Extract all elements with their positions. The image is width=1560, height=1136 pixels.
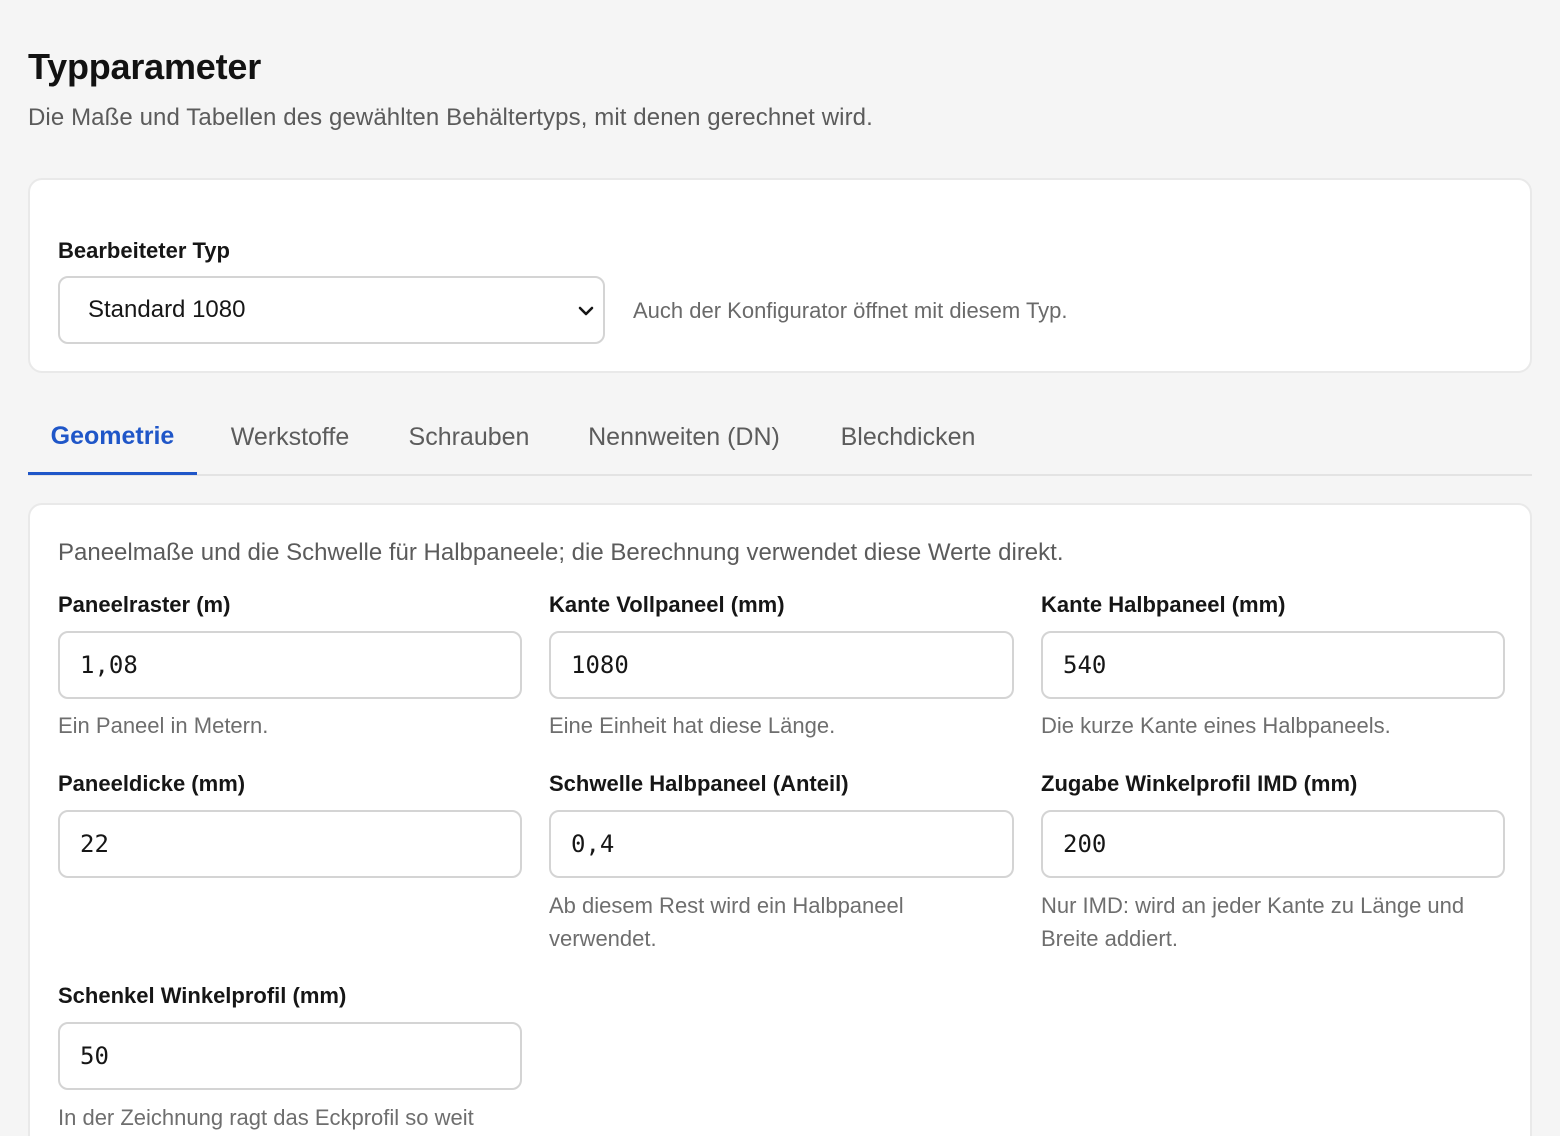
schenkel-winkelprofil-input[interactable]: 50 — [58, 1022, 522, 1090]
zugabe-winkelprofil-help: Nur IMD: wird an jeder Kante zu Länge un… — [1041, 893, 1465, 951]
zugabe-winkelprofil-input[interactable]: 200 — [1041, 810, 1505, 878]
paneelraster-help: Ein Paneel in Metern. — [58, 713, 269, 738]
schwelle-halbpaneel-help: Ab diesem Rest wird ein Halbpaneel verwe… — [549, 893, 904, 951]
page-title: Typparameter — [28, 46, 262, 87]
typparameter-page: Typparameter Die Maße und Tabellen des g… — [0, 0, 1560, 1136]
tab-schrauben[interactable]: Schrauben — [394, 400, 544, 474]
kante-halbpaneel-input[interactable]: 540 — [1041, 631, 1505, 699]
paneelraster-input[interactable]: 1,08 — [58, 631, 522, 699]
type-select[interactable]: Standard 1080 — [58, 276, 605, 344]
chevron-down-icon — [578, 306, 594, 316]
tab-nennweiten[interactable]: Nennweiten (DN) — [572, 400, 796, 474]
tab-bar: Geometrie Werkstoffe Schrauben Nennweite… — [28, 400, 1532, 476]
tab-werkstoffe[interactable]: Werkstoffe — [211, 400, 369, 474]
schenkel-winkelprofil-help: In der Zeichnung ragt das Eckprofil so w… — [58, 1105, 474, 1130]
zugabe-winkelprofil-label: Zugabe Winkelprofil IMD (mm) — [1041, 771, 1358, 796]
page-subtitle: Die Maße und Tabellen des gewählten Behä… — [28, 104, 873, 131]
schenkel-winkelprofil-label: Schenkel Winkelprofil (mm) — [58, 983, 347, 1008]
paneeldicke-input[interactable]: 22 — [58, 810, 522, 878]
kante-vollpaneel-input[interactable]: 1080 — [549, 631, 1014, 699]
kante-halbpaneel-help: Die kurze Kante eines Halbpaneels. — [1041, 713, 1391, 738]
paneelraster-label: Paneelraster (m) — [58, 592, 231, 617]
kante-vollpaneel-label: Kante Vollpaneel (mm) — [549, 592, 785, 617]
type-select-hint: Auch der Konfigurator öffnet mit diesem … — [633, 298, 1068, 323]
kante-halbpaneel-label: Kante Halbpaneel (mm) — [1041, 592, 1286, 617]
schwelle-halbpaneel-input[interactable]: 0,4 — [549, 810, 1014, 878]
type-select-value: Standard 1080 — [88, 296, 246, 323]
tab-geometrie[interactable]: Geometrie — [28, 400, 197, 475]
schwelle-halbpaneel-label: Schwelle Halbpaneel (Anteil) — [549, 771, 849, 796]
geometry-form-card: Paneelmaße und die Schwelle für Halbpane… — [28, 503, 1532, 1136]
tab-blechdicken[interactable]: Blechdicken — [822, 400, 994, 474]
type-selector-card: Bearbeiteter Typ Standard 1080 Auch der … — [28, 178, 1532, 373]
paneeldicke-label: Paneeldicke (mm) — [58, 771, 246, 796]
kante-vollpaneel-help: Eine Einheit hat diese Länge. — [549, 713, 836, 738]
geometry-intro: Paneelmaße und die Schwelle für Halbpane… — [58, 539, 1064, 566]
type-select-label: Bearbeiteter Typ — [58, 238, 230, 263]
